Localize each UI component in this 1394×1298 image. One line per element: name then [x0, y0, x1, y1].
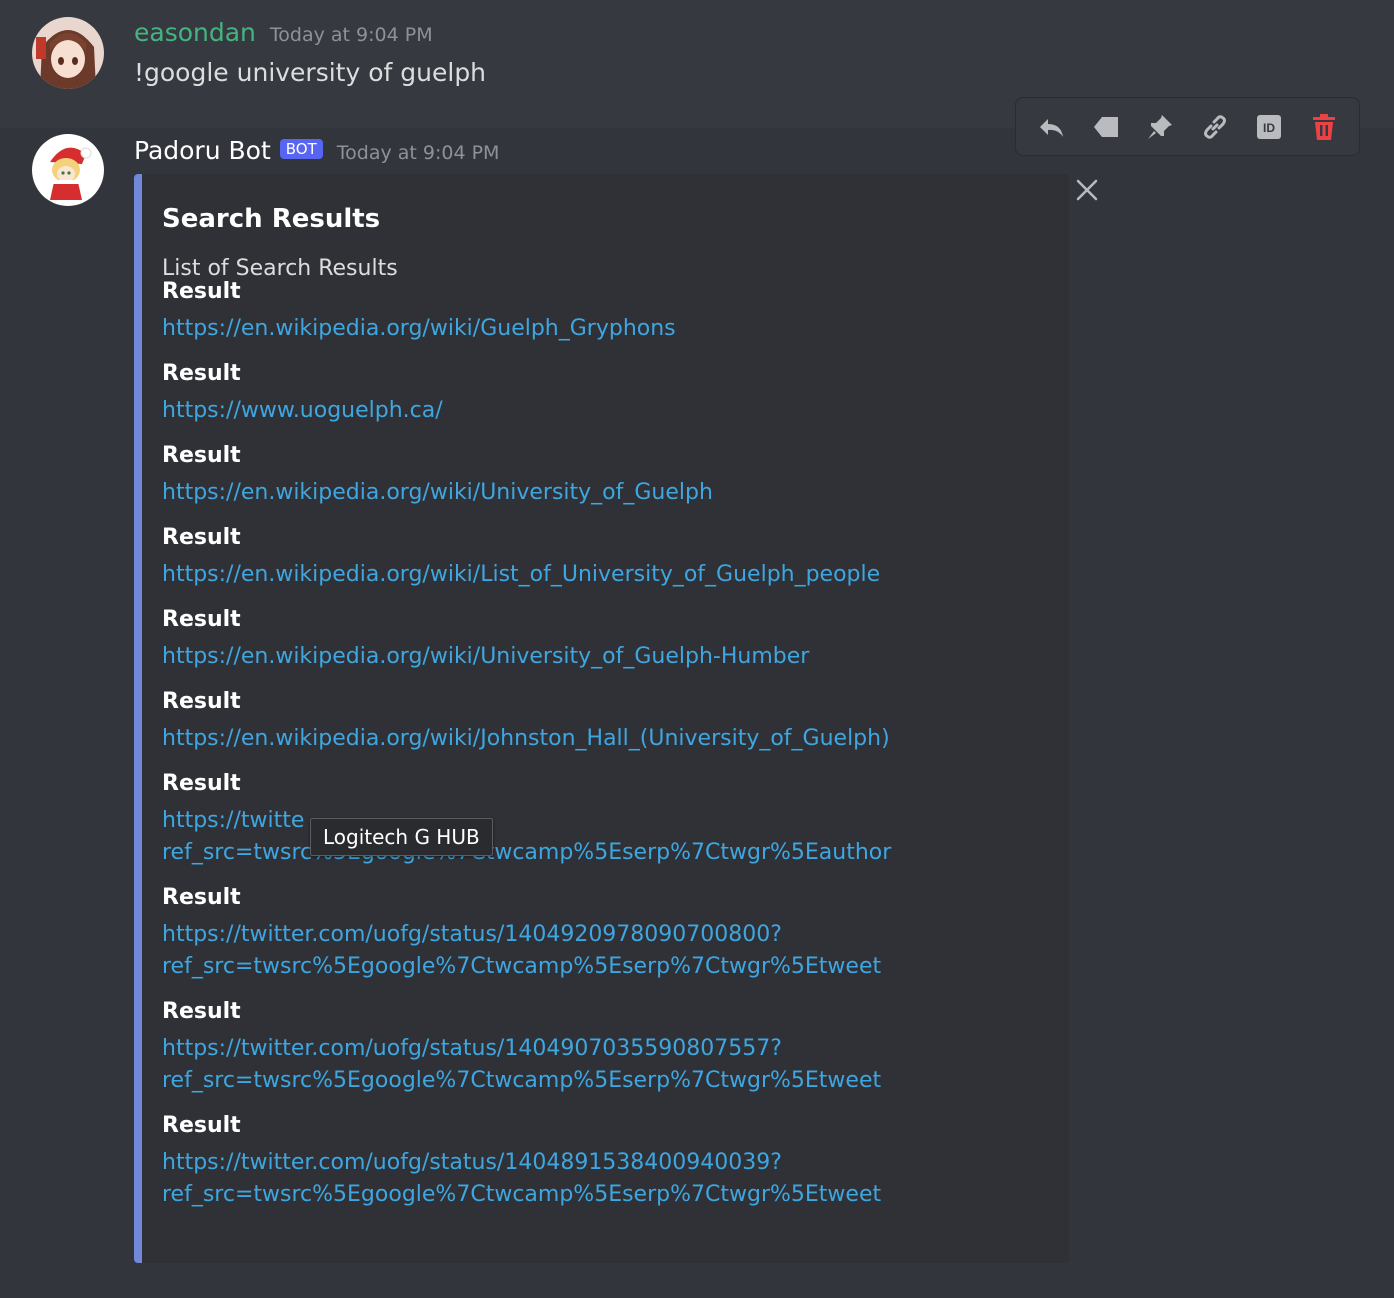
result-field-name: Result — [162, 771, 241, 796]
pin-icon[interactable] — [1140, 107, 1180, 147]
username[interactable]: Padoru Bot — [134, 136, 271, 165]
result-field-name: Result — [162, 689, 241, 714]
result-field-name: Result — [162, 1113, 241, 1138]
avatar-padoru-bot[interactable] — [32, 134, 104, 206]
timestamp: Today at 9:04 PM — [269, 24, 433, 46]
result-link-line[interactable]: https://en.wikipedia.org/wiki/University… — [162, 477, 713, 509]
close-icon[interactable] — [1072, 175, 1102, 205]
result-link: https://en.wikipedia.org/wiki/University… — [162, 641, 809, 673]
result-link: https://en.wikipedia.org/wiki/List_of_Un… — [162, 559, 880, 591]
result-field-name: Result — [162, 999, 241, 1024]
result-link: https://twitter.com/uofg/status/14049209… — [162, 919, 881, 983]
result-field-name: Result — [162, 885, 241, 910]
username[interactable]: easondan — [134, 18, 256, 47]
tag-icon[interactable] — [1086, 107, 1126, 147]
result-link-line[interactable]: https://twitter.com/uofg/status/14048915… — [162, 1147, 881, 1179]
result-link-line[interactable]: https://en.wikipedia.org/wiki/Guelph_Gry… — [162, 313, 676, 345]
search-results-embed: Search Results List of Search Results Re… — [134, 174, 1069, 1263]
result-field: Result https://en.wikipedia.org/wiki/Guel… — [162, 278, 676, 345]
result-field: Result https://twitte ref_src=twsrc%5Egoog… — [162, 770, 891, 869]
result-link-line[interactable]: https://en.wikipedia.org/wiki/University… — [162, 641, 809, 673]
id-icon-label: ID — [1263, 121, 1275, 135]
message-header: easondan Today at 9:04 PM — [134, 18, 433, 47]
result-link: https://en.wikipedia.org/wiki/University… — [162, 477, 713, 509]
result-link-line[interactable]: https://www.uoguelph.ca/ — [162, 395, 443, 427]
result-link-line[interactable]: https://en.wikipedia.org/wiki/List_of_Un… — [162, 559, 880, 591]
reply-icon[interactable] — [1031, 107, 1071, 147]
result-field-name: Result — [162, 443, 241, 468]
result-link-line[interactable]: https://twitte — [162, 805, 891, 837]
result-field: Result https://twitter.com/uofg/status/14… — [162, 998, 881, 1097]
result-link: https://en.wikipedia.org/wiki/Guelph_Gry… — [162, 313, 676, 345]
result-field-name: Result — [162, 361, 241, 386]
result-field-name: Result — [162, 279, 241, 304]
avatar-easondan[interactable] — [32, 17, 104, 89]
result-field: Result https://en.wikipedia.org/wiki/Univ… — [162, 442, 713, 509]
result-field: Result https://en.wikipedia.org/wiki/John… — [162, 688, 890, 755]
result-link-line[interactable]: ref_src=twsrc%5Egoogle%7Ctwcamp%5Eserp%7… — [162, 837, 891, 869]
timestamp: Today at 9:04 PM — [336, 142, 500, 164]
result-link-line[interactable]: https://twitter.com/uofg/status/14049070… — [162, 1033, 881, 1065]
message-content: !google university of guelph — [134, 58, 487, 87]
result-field-name: Result — [162, 607, 241, 632]
tooltip-logitech: Logitech G HUB — [310, 818, 493, 856]
link-icon[interactable] — [1195, 107, 1235, 147]
result-link: https://en.wikipedia.org/wiki/Johnston_H… — [162, 723, 890, 755]
bot-tag-badge: BOT — [279, 139, 323, 159]
result-field: Result https://www.uoguelph.ca/ — [162, 360, 443, 427]
result-link: https://twitter.com/uofg/status/14049070… — [162, 1033, 881, 1097]
message-header: Padoru Bot BOT Today at 9:04 PM — [134, 136, 499, 165]
result-field: Result https://en.wikipedia.org/wiki/Univ… — [162, 606, 809, 673]
trash-icon[interactable] — [1304, 107, 1344, 147]
result-field: Result https://twitter.com/uofg/status/14… — [162, 884, 881, 983]
result-link-line[interactable]: ref_src=twsrc%5Egoogle%7Ctwcamp%5Eserp%7… — [162, 1065, 881, 1097]
result-link: https://www.uoguelph.ca/ — [162, 395, 443, 427]
embed-title: Search Results — [162, 204, 381, 234]
result-link: https://twitte ref_src=twsrc%5Egoogle%7Ct… — [162, 805, 891, 869]
result-link: https://twitter.com/uofg/status/14048915… — [162, 1147, 881, 1211]
result-field-name: Result — [162, 525, 241, 550]
message-padoru-bot: Padoru Bot BOT Today at 9:04 PM Search R… — [0, 128, 1394, 1298]
result-field: Result https://twitter.com/uofg/status/14… — [162, 1112, 881, 1211]
result-link-line[interactable]: https://en.wikipedia.org/wiki/Johnston_H… — [162, 723, 890, 755]
result-link-line[interactable]: ref_src=twsrc%5Egoogle%7Ctwcamp%5Eserp%7… — [162, 951, 881, 983]
result-link-line[interactable]: https://twitter.com/uofg/status/14049209… — [162, 919, 881, 951]
message-actions-toolbar: ID — [1015, 97, 1360, 156]
result-link-line[interactable]: ref_src=twsrc%5Egoogle%7Ctwcamp%5Eserp%7… — [162, 1179, 881, 1211]
result-field: Result https://en.wikipedia.org/wiki/List… — [162, 524, 880, 591]
id-icon[interactable]: ID — [1249, 107, 1289, 147]
